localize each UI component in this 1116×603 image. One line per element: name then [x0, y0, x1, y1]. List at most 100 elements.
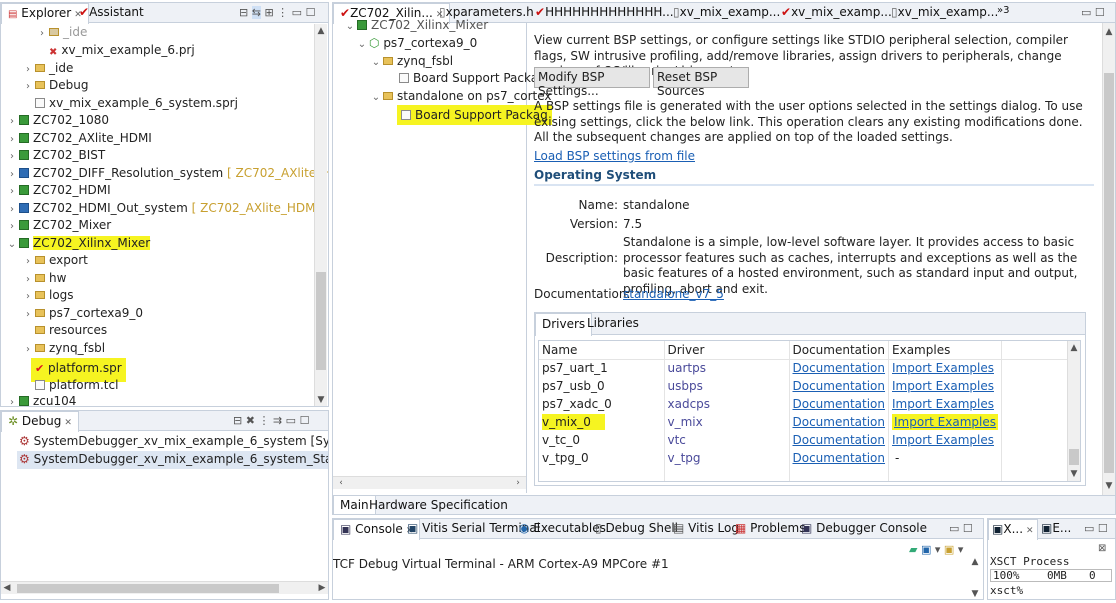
modify-bsp-settings-button[interactable]: Modify BSP Settings...	[534, 67, 650, 98]
scroll-down-icon[interactable]: ▼	[969, 589, 981, 599]
scroll-down-icon[interactable]: ▼	[1103, 481, 1115, 491]
remove-icon[interactable]: ✖	[246, 414, 255, 427]
scroll-right-icon[interactable]: ▶	[316, 583, 328, 593]
chevron-right-icon[interactable]: ›	[5, 148, 19, 166]
import-examples-link[interactable]: Import Examples	[892, 414, 998, 430]
tab-xv-mix-2[interactable]: ✔xv_mix_examp...	[775, 3, 898, 23]
scroll-thumb[interactable]	[17, 584, 279, 593]
tree-item[interactable]: › logs	[21, 287, 74, 305]
tab-xsct[interactable]: ▣X... ✕	[988, 519, 1038, 540]
tab-xv-mix-3[interactable]: ▯xv_mix_examp...	[885, 3, 1004, 23]
chevron-down-icon[interactable]: ⌄	[5, 236, 19, 254]
xsct-prompt[interactable]: xsct%	[990, 584, 1023, 597]
maximize-icon[interactable]: ☐	[300, 414, 310, 427]
documentation-link[interactable]: Documentation	[789, 449, 890, 467]
tree-item[interactable]: › ZC702_DIFF_Resolution_system [ ZC702_AX…	[5, 165, 328, 183]
close-icon[interactable]: ✕	[64, 418, 72, 428]
table-row[interactable]: v_tc_0 vtc Documentation Import Examples	[539, 431, 1070, 449]
view-menu-icon[interactable]: ⋮	[258, 414, 269, 427]
tree-item-selected[interactable]: ⌄ ZC702_Xilinx_Mixer	[5, 235, 151, 254]
scroll-thumb[interactable]	[1069, 449, 1079, 465]
documentation-link[interactable]: Documentation	[789, 377, 890, 395]
tab-hhh[interactable]: ✔HHHHHHHHHHHHH...	[529, 3, 680, 23]
drivers-scrollbar[interactable]: ▲ ▼	[1067, 341, 1080, 481]
tab-xv-mix-1[interactable]: ▯xv_mix_examp...	[667, 3, 786, 23]
chevron-down-icon[interactable]: ⌄	[369, 89, 383, 107]
outline-item[interactable]: Board Support Packag	[399, 70, 546, 88]
column-header-examples[interactable]: Examples	[888, 341, 1002, 360]
import-examples-link[interactable]: Import Examples	[888, 431, 1002, 449]
tab-assistant[interactable]: ✔Assistant	[73, 3, 150, 23]
documentation-link[interactable]: Documentation	[789, 395, 890, 413]
column-header-driver[interactable]: Driver	[664, 341, 790, 360]
chevron-right-icon[interactable]: ›	[21, 253, 35, 271]
chevron-right-icon[interactable]: ›	[21, 306, 35, 324]
load-bsp-settings-link[interactable]: Load BSP settings from file	[534, 149, 695, 163]
tree-item[interactable]: › ZC702_1080	[5, 112, 109, 130]
open-console-icon[interactable]: ▣	[944, 543, 954, 556]
documentation-link[interactable]: Documentation	[789, 431, 890, 449]
scroll-thumb[interactable]	[1104, 73, 1114, 473]
maximize-icon[interactable]: ☐	[306, 6, 316, 19]
tree-item[interactable]: › _ide	[21, 60, 73, 78]
display-console-icon[interactable]: ▣	[921, 543, 931, 556]
chevron-right-icon[interactable]: ›	[5, 201, 19, 219]
explorer-scrollbar[interactable]: ▲ ▼	[314, 24, 327, 406]
table-row[interactable]: ps7_usb_0 usbps Documentation Import Exampl…	[539, 377, 1070, 395]
tree-item[interactable]: › export	[21, 252, 88, 270]
tab-emulation[interactable]: ▣E...	[1038, 519, 1074, 539]
tree-item[interactable]: › ZC702_HDMI_Out_system [ ZC702_AXlite_HD…	[5, 200, 327, 218]
column-header-documentation[interactable]: Documentation	[789, 341, 890, 360]
tree-item[interactable]: › hw	[21, 270, 66, 288]
xsct-clear-icon[interactable]: ⊠	[1098, 543, 1106, 554]
import-examples-link[interactable]: Import Examples	[888, 395, 1002, 413]
scroll-left-icon[interactable]: ‹	[335, 478, 347, 488]
chevron-right-icon[interactable]: ›	[21, 288, 35, 306]
minimize-icon[interactable]: ▭	[292, 6, 302, 19]
tab-debugger-console[interactable]: ▣ Debugger Console	[795, 519, 933, 539]
documentation-link[interactable]: Documentation	[789, 359, 890, 377]
tree-item[interactable]: ✖ xv_mix_example_6.prj	[49, 42, 195, 60]
chevron-right-icon[interactable]: ›	[21, 78, 35, 96]
tab-overflow[interactable]: »3	[991, 3, 1015, 23]
tab-libraries[interactable]: Libraries	[581, 313, 645, 333]
tree-item[interactable]: › ps7_cortexa9_0	[21, 305, 143, 323]
scroll-up-icon[interactable]: ▲	[315, 26, 327, 36]
link-editor-icon[interactable]: ⇆	[251, 6, 261, 19]
tree-item[interactable]: › Debug	[21, 77, 88, 95]
import-examples-link[interactable]: Import Examples	[888, 359, 1002, 377]
tree-item[interactable]: › ZC702_HDMI	[5, 182, 111, 200]
filter-icon[interactable]: ⊞	[264, 6, 273, 19]
view-menu-icon[interactable]: ⋮	[277, 6, 288, 19]
chevron-down-icon[interactable]: ⌄	[369, 54, 383, 72]
outline-item[interactable]: ⌄ ⬡ ps7_cortexa9_0	[355, 35, 478, 53]
table-row-highlighted[interactable]: v_mix_0 v_mix Documentation Import Examples	[539, 413, 1070, 431]
minimize-icon[interactable]: ▭	[1081, 6, 1091, 19]
scroll-down-icon[interactable]: ▼	[315, 395, 327, 405]
pin-console-icon[interactable]: ▰	[909, 543, 917, 556]
chevron-right-icon[interactable]: ›	[5, 394, 19, 406]
documentation-link[interactable]: Documentation	[789, 413, 890, 431]
maximize-icon[interactable]: ☐	[963, 522, 973, 535]
chevron-right-icon[interactable]: ›	[21, 271, 35, 289]
chevron-right-icon[interactable]: ›	[21, 61, 35, 79]
collapse-all-icon[interactable]: ⊟	[239, 6, 248, 19]
reset-bsp-sources-button[interactable]: Reset BSP Sources	[653, 67, 749, 98]
minimize-icon[interactable]: ▭	[286, 414, 296, 427]
chevron-right-icon[interactable]: ›	[5, 183, 19, 201]
maximize-icon[interactable]: ☐	[1095, 6, 1105, 19]
close-icon[interactable]: ✕	[1026, 526, 1034, 536]
dropdown-icon[interactable]: ▾	[958, 543, 964, 556]
scroll-right-icon[interactable]: ›	[512, 478, 524, 488]
tree-item[interactable]: resources	[35, 322, 107, 340]
table-row[interactable]: ps7_xadc_0 xadcps Documentation Import Exam…	[539, 395, 1070, 413]
scroll-left-icon[interactable]: ◀	[1, 583, 13, 593]
debug-session-item[interactable]: ⚙ SystemDebugger_xv_mix_example_6_system…	[19, 433, 328, 451]
scroll-thumb[interactable]	[316, 272, 326, 370]
outline-item[interactable]: ⌄ ZC702_Xilinx_Mixer	[343, 17, 488, 35]
tree-item[interactable]: › ZC702_AXlite_HDMI	[5, 130, 152, 148]
tree-item[interactable]: › zcu104	[5, 393, 76, 406]
chevron-down-icon[interactable]: ⌄	[343, 18, 357, 36]
chevron-right-icon[interactable]: ›	[35, 25, 49, 43]
outline-item[interactable]: ⌄ zynq_fsbl	[369, 53, 453, 71]
